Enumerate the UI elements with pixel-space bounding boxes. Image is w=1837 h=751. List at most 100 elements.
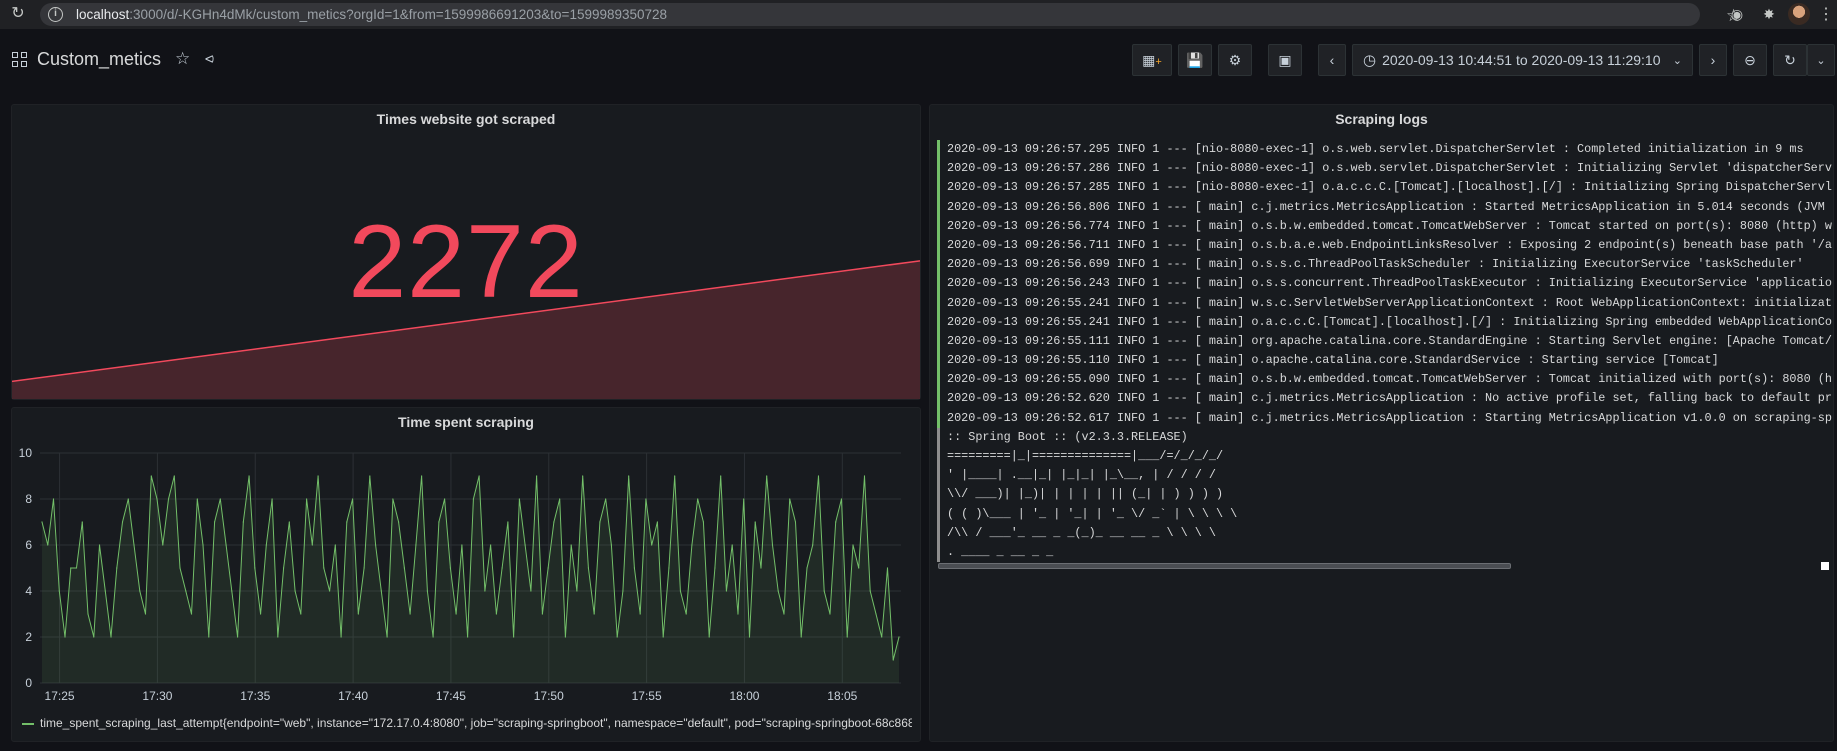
resize-handle[interactable] <box>1821 562 1829 570</box>
panel-title[interactable]: Scraping logs <box>930 111 1833 127</box>
log-line[interactable]: 2020-09-13 09:26:55.241 INFO 1 --- [ mai… <box>937 312 1832 332</box>
data-point <box>616 636 618 638</box>
dashboard-settings-button[interactable]: ⚙ <box>1218 44 1252 76</box>
refresh-button[interactable]: ↻ <box>1773 44 1807 76</box>
log-line[interactable]: \\/ ___)| |_)| | | | | || (_| | ) ) ) ) <box>937 485 1832 505</box>
data-point <box>812 544 814 546</box>
reload-icon[interactable]: ↻ <box>8 4 28 24</box>
data-point <box>737 613 739 615</box>
data-point <box>507 521 509 523</box>
data-point <box>403 567 405 569</box>
y-tick-label: 2 <box>25 630 32 644</box>
chevron-right-icon: › <box>1710 52 1716 68</box>
log-line[interactable]: 2020-09-13 09:26:56.699 INFO 1 --- [ mai… <box>937 255 1832 275</box>
data-point <box>409 613 411 615</box>
address-bar[interactable]: i localhost:3000/d/-KGHn4dMk/custom_meti… <box>40 3 1741 26</box>
stat-value: 2272 <box>348 204 584 320</box>
data-point <box>697 498 699 500</box>
graph-legend-item[interactable]: time_spent_scraping_last_attempt{endpoin… <box>22 716 912 730</box>
data-point <box>219 498 221 500</box>
data-point <box>179 567 181 569</box>
horizontal-scrollbar[interactable] <box>938 563 1511 569</box>
data-point <box>472 498 474 500</box>
avatar[interactable] <box>1788 3 1810 25</box>
data-point <box>144 613 147 615</box>
log-line[interactable]: . ____ _ __ _ _ <box>937 542 1832 563</box>
extension-record-icon[interactable]: ◉ <box>1728 5 1746 23</box>
time-range-forward-button[interactable]: › <box>1699 44 1727 76</box>
data-point <box>369 475 371 477</box>
data-point <box>536 475 538 477</box>
log-line[interactable]: 2020-09-13 09:26:55.110 INFO 1 --- [ mai… <box>937 351 1832 371</box>
log-line[interactable]: 2020-09-13 09:26:57.285 INFO 1 --- [nio-… <box>937 178 1832 198</box>
dashboard-grid-icon[interactable] <box>12 52 28 68</box>
data-point <box>668 567 670 569</box>
data-point <box>743 498 745 500</box>
data-point <box>875 613 877 615</box>
log-line[interactable]: 2020-09-13 09:26:56.806 INFO 1 --- [ mai… <box>937 197 1832 217</box>
data-point <box>185 590 187 592</box>
data-point <box>334 544 336 546</box>
data-point <box>421 475 423 477</box>
data-point <box>93 636 95 638</box>
dashboard-title[interactable]: Custom_metics <box>37 49 161 70</box>
save-dashboard-button[interactable]: 💾 <box>1178 44 1212 76</box>
log-line[interactable]: 2020-09-13 09:26:52.617 INFO 1 --- [ mai… <box>937 408 1832 428</box>
data-point <box>806 567 808 569</box>
stat-panel[interactable]: Times website got scraped 2272 <box>11 104 921 400</box>
refresh-interval-dropdown[interactable]: ⌄ <box>1807 44 1835 76</box>
log-line[interactable]: 2020-09-13 09:26:52.620 INFO 1 --- [ mai… <box>937 389 1832 409</box>
data-point <box>570 544 572 546</box>
log-line[interactable]: ' |____| .__|_| |_|_| |_\__, | / / / / <box>937 466 1832 486</box>
url-text[interactable]: localhost:3000/d/-KGHn4dMk/custom_metics… <box>76 7 667 22</box>
favorite-star-icon[interactable]: ☆ <box>175 49 190 69</box>
data-point <box>449 567 451 569</box>
time-range-back-button[interactable]: ‹ <box>1318 44 1346 76</box>
data-point <box>829 613 831 615</box>
data-point <box>593 613 595 615</box>
info-icon[interactable]: i <box>48 7 63 22</box>
data-point <box>541 613 543 615</box>
browser-menu-icon[interactable]: ⋮ <box>1818 4 1834 24</box>
data-point <box>265 544 267 546</box>
log-line[interactable]: :: Spring Boot :: (v2.3.3.RELEASE) <box>937 427 1832 447</box>
data-point <box>110 636 112 638</box>
data-point <box>271 498 273 500</box>
data-point <box>731 544 733 546</box>
data-point <box>139 590 141 592</box>
log-line[interactable]: 2020-09-13 09:26:57.295 INFO 1 --- [nio-… <box>937 140 1832 160</box>
log-line[interactable]: ( ( )\___ | '_ | '_| | '_ \/ _` | \ \ \ … <box>937 504 1832 524</box>
data-point <box>679 590 682 592</box>
cycle-view-mode-button[interactable]: ▣ <box>1268 44 1302 76</box>
data-point <box>771 544 774 546</box>
time-series-chart[interactable]: 0 2 4 6 8 10 17:25 17:30 17:35 17:40 17:45 17:50 17:… <box>11 407 921 742</box>
data-point <box>725 590 728 592</box>
log-line[interactable]: 2020-09-13 09:26:56.711 INFO 1 --- [ mai… <box>937 235 1832 256</box>
time-range-picker[interactable]: ◷ 2020-09-13 10:44:51 to 2020-09-13 11:2… <box>1352 44 1693 76</box>
data-point <box>259 613 262 615</box>
data-point <box>47 544 49 546</box>
extensions-puzzle-icon[interactable]: ✸ <box>1760 5 1778 23</box>
add-panel-button[interactable]: ▦+ <box>1132 44 1172 76</box>
data-point <box>282 567 285 569</box>
log-line[interactable]: 2020-09-13 09:26:56.243 INFO 1 --- [ mai… <box>937 274 1832 294</box>
refresh-icon: ↻ <box>1784 51 1796 68</box>
y-tick-label: 8 <box>25 492 32 506</box>
data-point <box>444 498 446 500</box>
share-icon[interactable]: ⪦ <box>205 50 214 68</box>
log-line[interactable]: =========|_|==============|___/=/_/_/_/ <box>937 447 1832 467</box>
log-line[interactable]: /\\ / ___'_ __ _ _(_)_ __ __ _ \ \ \ \ <box>937 523 1832 543</box>
log-line[interactable]: 2020-09-13 09:26:55.090 INFO 1 --- [ mai… <box>937 370 1832 390</box>
log-line[interactable]: 2020-09-13 09:26:55.241 INFO 1 --- [ mai… <box>937 293 1832 313</box>
data-point <box>398 521 400 523</box>
data-point <box>852 544 854 546</box>
data-point <box>564 636 567 638</box>
data-point <box>553 521 555 523</box>
zoom-out-button[interactable]: ⊖ <box>1733 44 1767 76</box>
data-point <box>789 498 791 500</box>
data-point <box>202 544 204 546</box>
data-point <box>162 544 164 546</box>
log-line[interactable]: 2020-09-13 09:26:56.774 INFO 1 --- [ mai… <box>937 216 1832 236</box>
log-line[interactable]: 2020-09-13 09:26:57.286 INFO 1 --- [nio-… <box>937 159 1832 179</box>
log-line[interactable]: 2020-09-13 09:26:55.111 INFO 1 --- [ mai… <box>937 331 1832 352</box>
